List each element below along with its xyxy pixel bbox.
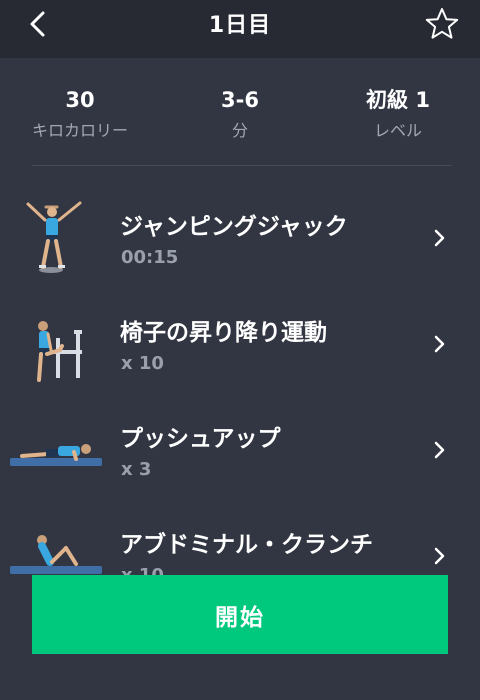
exercise-detail: x 3 <box>121 459 152 480</box>
exercise-name: アブドミナル・クランチ <box>120 532 373 558</box>
exercise-item-chair-step-up[interactable]: 椅子の昇り降り運動 x 10 <box>0 306 480 412</box>
chevron-right-icon <box>434 229 445 247</box>
exercise-item-push-up[interactable]: プッシュアップ x 3 <box>0 412 480 518</box>
page-title: 1日目 <box>208 13 272 38</box>
jumping-jack-figure-icon <box>26 201 82 273</box>
favorite-button[interactable] <box>424 6 460 42</box>
stat-calories-label: キロカロリー <box>31 121 128 140</box>
chevron-right-icon <box>434 441 445 459</box>
stat-duration-label: 分 <box>231 121 248 140</box>
stat-level-label: レベル <box>373 121 422 140</box>
chevron-right-icon <box>434 335 445 353</box>
divider <box>32 165 452 166</box>
workout-stats: 30 キロカロリー 3-6 分 初級 1 レベル <box>0 58 480 166</box>
exercise-name: ジャンピングジャック <box>120 214 348 240</box>
chevron-right-icon <box>434 547 445 565</box>
stat-level-value: 初級 1 <box>366 88 430 112</box>
stat-calories-value: 30 <box>65 88 95 112</box>
push-up-figure-icon <box>10 444 102 466</box>
stat-calories: 30 キロカロリー <box>5 86 155 142</box>
stat-duration: 3-6 分 <box>165 86 315 142</box>
stat-level: 初級 1 レベル <box>323 86 473 142</box>
exercise-item-jumping-jack[interactable]: ジャンピングジャック 00:15 <box>0 200 480 306</box>
exercise-name: 椅子の昇り降り運動 <box>120 320 327 346</box>
step-up-chair-figure-icon <box>37 321 82 382</box>
start-button[interactable]: 開始 <box>32 575 448 654</box>
exercise-name: プッシュアップ <box>120 426 281 452</box>
exercise-detail: x 10 <box>121 353 164 374</box>
stat-duration-value: 3-6 <box>221 88 259 112</box>
exercise-detail: 00:15 <box>121 247 179 268</box>
top-bar: 1日目 <box>0 0 480 58</box>
star-outline-icon <box>425 8 459 39</box>
